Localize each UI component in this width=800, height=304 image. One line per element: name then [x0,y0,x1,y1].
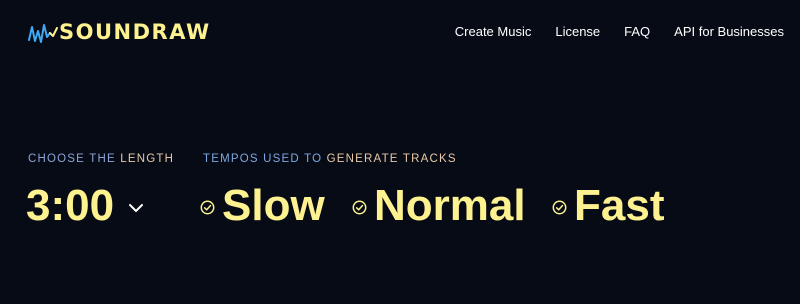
tempos-label: TEMPOS USED TO GENERATE TRACKS [203,153,457,165]
tempo-slow-toggle[interactable]: Slow [200,180,325,232]
tempo-fast-label: Fast [574,181,665,230]
chevron-down-icon [129,204,144,212]
length-dropdown[interactable]: 3:00 [26,180,144,232]
length-label: CHOOSE THE LENGTH [28,153,174,165]
tempo-normal-toggle[interactable]: Normal [352,180,526,232]
nav-license[interactable]: License [555,24,600,39]
nav-api-for-businesses[interactable]: API for Businesses [674,24,784,39]
length-value: 3:00 [26,181,115,230]
brand-name: SOUNDRAW [59,20,211,44]
check-circle-icon [200,200,215,214]
tempo-normal-label: Normal [374,181,526,230]
tempos-label-a: TEMPOS USED TO [203,153,327,165]
brand-logo[interactable]: SOUNDRAW [28,17,211,47]
page: SOUNDRAW Create Music License FAQ API fo… [0,0,800,304]
check-circle-icon [552,200,567,214]
nav-create-music[interactable]: Create Music [455,24,532,39]
top-nav: Create Music License FAQ API for Busines… [455,24,784,39]
nav-faq[interactable]: FAQ [624,24,650,39]
length-label-a: CHOOSE THE [28,153,121,165]
length-label-b: LENGTH [120,153,175,165]
wave-icon [28,24,58,43]
tempos-label-b: GENERATE TRACKS [326,153,457,165]
tempo-slow-label: Slow [222,181,325,230]
check-circle-icon [352,200,367,214]
tempo-fast-toggle[interactable]: Fast [552,180,664,232]
